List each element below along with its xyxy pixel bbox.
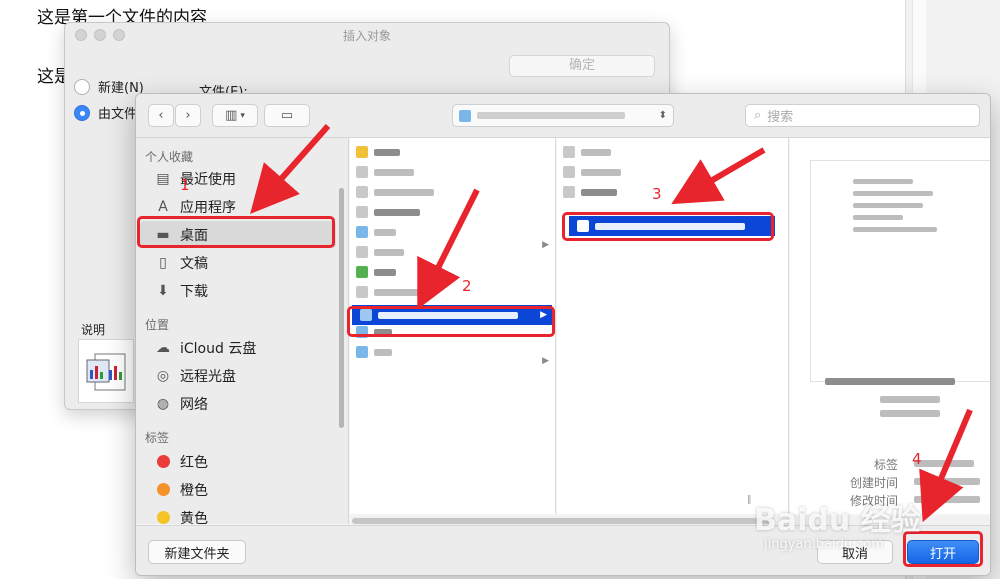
column-resize-handle[interactable]: ‖ xyxy=(747,495,752,505)
list-item[interactable] xyxy=(356,224,396,240)
sidebar-item-remote-disc[interactable]: ◎ 远程光盘 xyxy=(140,362,336,389)
insert-dialog-titlebar: 插入对象 xyxy=(65,23,669,47)
sidebar-item-label: iCloud 云盘 xyxy=(180,340,257,357)
file-column-2: ‖ xyxy=(557,138,789,514)
watermark-url: jingyan.baidu.com xyxy=(764,537,884,552)
sidebar-item-label: 应用程序 xyxy=(180,199,236,216)
radio-from-file[interactable]: 由文件 xyxy=(74,103,137,122)
sidebar-item-network[interactable]: ◍ 网络 xyxy=(140,390,336,417)
applications-icon: A xyxy=(158,198,168,215)
sidebar: 个人收藏 ▤ 最近使用 A 应用程序 ▬ 桌面 ▯ 文稿 ⬇ 下载 位置 ☁ iCloud … xyxy=(136,138,349,527)
close-window-button[interactable] xyxy=(75,29,87,41)
tag-yellow-icon xyxy=(154,509,172,527)
dialog-toolbar: ‹ › ▥ ▾ ▭ ⬍ ⌕ 搜索 xyxy=(136,94,990,138)
ok-button[interactable]: 确定 xyxy=(509,55,655,77)
list-item[interactable] xyxy=(356,244,404,260)
baidu-watermark: Baidu 经验 jingyan.baidu.com xyxy=(754,495,954,565)
list-item[interactable] xyxy=(356,284,424,300)
sidebar-item-label: 文稿 xyxy=(180,255,208,272)
list-item[interactable] xyxy=(356,264,396,280)
chevron-right-icon: › xyxy=(185,108,191,123)
sidebar-item-label: 网络 xyxy=(180,396,208,413)
search-input[interactable]: ⌕ 搜索 xyxy=(745,104,980,127)
radio-from-file-label: 由文件 xyxy=(98,107,138,122)
search-icon: ⌕ xyxy=(754,108,762,123)
folder-icon xyxy=(459,109,471,122)
object-preview-icon xyxy=(78,339,134,403)
locations-header: 位置 xyxy=(145,318,170,332)
insert-dialog-title: 插入对象 xyxy=(342,28,391,43)
new-folder-toolbar-button[interactable]: ▭ xyxy=(264,104,310,127)
favorites-header: 个人收藏 xyxy=(145,150,194,164)
highlight-desktop xyxy=(137,216,335,248)
folder-plus-icon: ▭ xyxy=(280,108,294,123)
scrollbar-thumb[interactable] xyxy=(352,518,772,524)
list-item[interactable] xyxy=(563,184,617,200)
list-item[interactable] xyxy=(563,164,621,180)
tag-orange-icon xyxy=(154,481,172,499)
file-preview-thumbnail xyxy=(810,160,990,382)
radio-from-file-dot[interactable] xyxy=(74,104,90,121)
disc-icon: ◎ xyxy=(156,367,170,384)
sidebar-item-label: 下载 xyxy=(180,283,208,300)
search-placeholder: 搜索 xyxy=(767,110,794,125)
location-dropdown[interactable]: ⬍ xyxy=(452,104,674,127)
step-number-1: 1 xyxy=(180,176,190,194)
new-folder-button[interactable]: 新建文件夹 xyxy=(148,540,246,564)
sidebar-item-downloads[interactable]: ⬇ 下载 xyxy=(140,277,336,304)
file-kind-blurred xyxy=(880,410,940,417)
updown-chevron-icon: ⬍ xyxy=(658,110,667,121)
step-number-3: 3 xyxy=(652,185,662,203)
list-item[interactable] xyxy=(356,184,434,200)
chevron-left-icon: ‹ xyxy=(158,108,164,123)
sidebar-item-recents[interactable]: ▤ 最近使用 xyxy=(140,165,336,192)
chevron-right-icon: ▶ xyxy=(542,356,549,366)
list-item[interactable] xyxy=(563,144,611,160)
sidebar-item-documents[interactable]: ▯ 文稿 xyxy=(140,249,336,276)
tags-header: 标签 xyxy=(145,431,170,445)
preview-pane: 标签 创建时间 修改时间 xyxy=(790,138,990,514)
forward-button[interactable]: › xyxy=(175,104,201,127)
sidebar-item-icloud[interactable]: ☁ iCloud 云盘 xyxy=(140,334,336,361)
watermark-brand: Baidu 经验 xyxy=(754,503,921,538)
sidebar-item-tag-red[interactable]: 红色 xyxy=(140,448,336,475)
step-number-2: 2 xyxy=(462,277,472,295)
location-name-blurred xyxy=(477,112,625,119)
list-item[interactable] xyxy=(356,144,400,160)
window-controls xyxy=(75,29,125,41)
highlight-file xyxy=(562,212,774,241)
list-item[interactable] xyxy=(356,164,414,180)
sidebar-item-tag-orange[interactable]: 橙色 xyxy=(140,476,336,503)
sidebar-item-label: 远程光盘 xyxy=(180,368,236,385)
sidebar-item-label: 橙色 xyxy=(180,482,208,499)
tag-red-icon xyxy=(154,453,172,471)
recents-icon: ▤ xyxy=(156,170,170,187)
sidebar-scrollbar[interactable] xyxy=(339,188,344,428)
chevron-right-icon: ▶ xyxy=(542,240,549,250)
step-number-4: 4 xyxy=(912,450,922,468)
network-icon: ◍ xyxy=(156,395,170,412)
list-item[interactable] xyxy=(356,204,420,220)
highlight-folder xyxy=(347,306,555,337)
sidebar-item-label: 红色 xyxy=(180,454,208,471)
created-info-label: 创建时间 xyxy=(850,476,899,490)
minimize-window-button[interactable] xyxy=(94,29,106,41)
radio-new-dot[interactable] xyxy=(74,78,90,95)
tags-info-label: 标签 xyxy=(874,458,899,472)
zoom-window-button[interactable] xyxy=(113,29,125,41)
back-button[interactable]: ‹ xyxy=(148,104,174,127)
downloads-icon: ⬇ xyxy=(157,282,169,299)
list-item[interactable] xyxy=(356,344,392,360)
cloud-icon: ☁ xyxy=(156,339,170,356)
documents-icon: ▯ xyxy=(159,254,167,271)
radio-new[interactable]: 新建(N) xyxy=(74,77,144,96)
columns-view-icon: ▥ xyxy=(225,108,238,123)
file-name-blurred xyxy=(825,378,955,385)
description-label: 说明 xyxy=(81,323,106,337)
chevron-down-icon: ▾ xyxy=(240,110,245,121)
view-mode-button[interactable]: ▥ ▾ xyxy=(212,104,258,127)
file-size-blurred xyxy=(880,396,940,403)
